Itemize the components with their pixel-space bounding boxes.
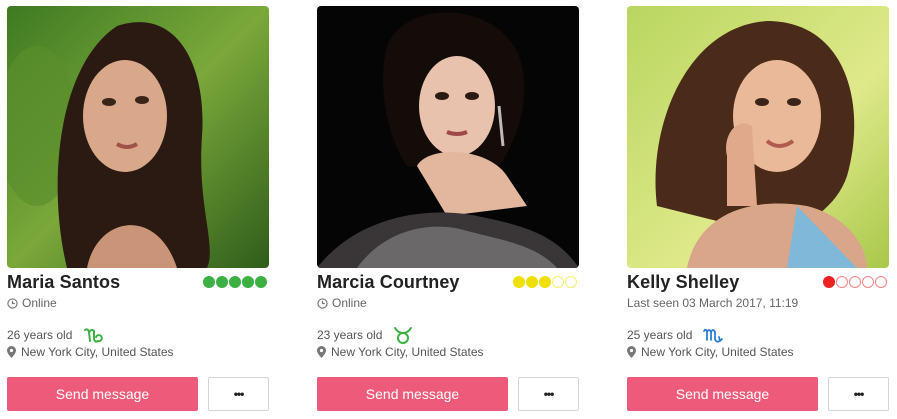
age-text: 26 years old	[7, 328, 73, 342]
more-options-button[interactable]: •••	[828, 377, 889, 411]
rating-dot-empty	[565, 276, 577, 288]
capricorn-icon	[84, 328, 104, 343]
profile-photo[interactable]	[627, 6, 889, 268]
more-options-button[interactable]: •••	[518, 377, 579, 411]
online-status: Online	[7, 296, 57, 310]
rating-dot-filled	[203, 276, 215, 288]
send-message-button[interactable]: Send message	[7, 377, 198, 411]
profile-name[interactable]: Maria Santos	[7, 272, 120, 293]
location-text: New York City, United States	[331, 345, 484, 359]
clock-icon	[317, 297, 328, 309]
profile-name[interactable]: Kelly Shelley	[627, 272, 739, 293]
profile-photo[interactable]	[7, 6, 269, 268]
profile-card: Marcia Courtney Online 23 years old New …	[317, 6, 579, 412]
location-pin-icon	[317, 346, 326, 358]
location-pin-icon	[627, 346, 636, 358]
age-text: 23 years old	[317, 328, 383, 342]
location-text: New York City, United States	[21, 345, 174, 359]
rating-dots	[513, 276, 577, 288]
location-pin-icon	[7, 346, 16, 358]
profile-photo-image	[317, 6, 579, 268]
age-row: 23 years old	[317, 324, 414, 346]
rating-dot-filled	[242, 276, 254, 288]
scorpio-icon	[703, 328, 724, 343]
taurus-icon	[394, 327, 413, 344]
rating-dot-empty	[849, 276, 861, 288]
last-seen-status: Last seen 03 March 2017, 11:19	[627, 296, 798, 310]
send-message-button[interactable]: Send message	[317, 377, 508, 411]
send-message-button[interactable]: Send message	[627, 377, 818, 411]
rating-dot-filled	[526, 276, 538, 288]
status-text: Last seen 03 March 2017, 11:19	[627, 296, 799, 310]
rating-dot-empty	[552, 276, 564, 288]
location: New York City, United States	[317, 345, 484, 359]
more-options-button[interactable]: •••	[208, 377, 269, 411]
profile-card: Maria Santos Online 26 years old New Yor…	[7, 6, 269, 412]
profile-photo[interactable]	[317, 6, 579, 268]
profile-name[interactable]: Marcia Courtney	[317, 272, 460, 293]
profile-card: Kelly Shelley Last seen 03 March 2017, 1…	[627, 6, 889, 412]
rating-dots	[203, 276, 267, 288]
rating-dot-empty	[836, 276, 848, 288]
rating-dot-filled	[823, 276, 835, 288]
location: New York City, United States	[627, 345, 794, 359]
clock-icon	[7, 297, 18, 309]
rating-dot-empty	[875, 276, 887, 288]
rating-dot-filled	[216, 276, 228, 288]
status-text: Online	[332, 296, 367, 310]
rating-dot-filled	[255, 276, 267, 288]
age-row: 25 years old	[627, 324, 724, 346]
location: New York City, United States	[7, 345, 174, 359]
rating-dot-filled	[513, 276, 525, 288]
location-text: New York City, United States	[641, 345, 794, 359]
age-text: 25 years old	[627, 328, 693, 342]
rating-dot-filled	[539, 276, 551, 288]
online-status: Online	[317, 296, 367, 310]
profile-photo-image	[627, 6, 889, 268]
profile-photo-image	[7, 6, 269, 268]
rating-dot-empty	[862, 276, 874, 288]
status-text: Online	[22, 296, 57, 310]
rating-dots	[823, 276, 887, 288]
rating-dot-filled	[229, 276, 241, 288]
age-row: 26 years old	[7, 324, 104, 346]
